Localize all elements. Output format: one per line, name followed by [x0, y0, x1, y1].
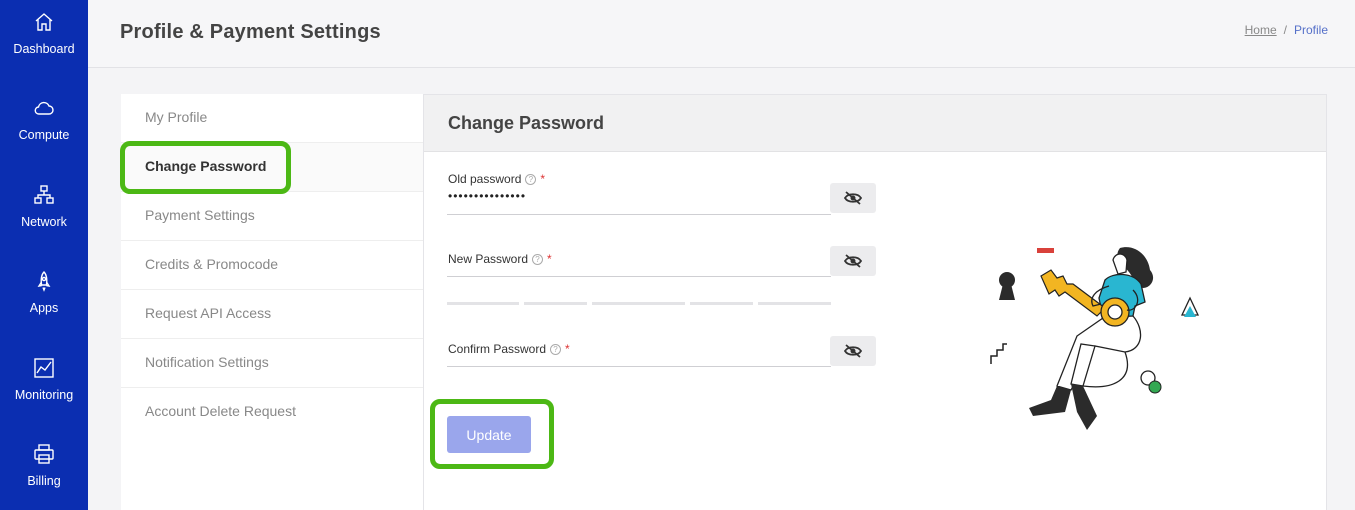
old-password-input[interactable]: •••••••••••••••: [448, 189, 526, 203]
help-icon[interactable]: ?: [550, 344, 562, 355]
menu-item-my-profile[interactable]: My Profile: [121, 94, 423, 143]
page-header: Profile & Payment Settings Home / Profile: [88, 0, 1355, 68]
sidebar-item-label: Billing: [27, 474, 61, 488]
menu-item-account-delete-request[interactable]: Account Delete Request: [121, 388, 423, 437]
breadcrumb: Home / Profile: [1245, 23, 1328, 37]
sidebar-item-dashboard[interactable]: Dashboard: [0, 10, 88, 56]
sidebar-item-monitoring[interactable]: Monitoring: [0, 356, 88, 402]
eye-slash-icon: [843, 191, 863, 205]
panel-title: Change Password: [448, 113, 605, 133]
sidebar-item-network[interactable]: Network: [0, 183, 88, 229]
key-illustration: [990, 247, 1200, 430]
network-icon: [32, 183, 56, 207]
new-password-underline: [447, 276, 831, 277]
cloud-icon: [32, 96, 56, 120]
sidebar-item-label: Dashboard: [13, 42, 75, 56]
password-strength-segment: [447, 302, 519, 305]
required-marker: *: [565, 342, 570, 356]
menu-item-payment-settings[interactable]: Payment Settings: [121, 192, 423, 241]
menu-item-notification-settings[interactable]: Notification Settings: [121, 339, 423, 388]
old-password-underline: [447, 214, 831, 215]
sidebar-item-billing[interactable]: Billing: [0, 442, 88, 488]
printer-icon: [32, 442, 56, 466]
rocket-icon: [32, 269, 56, 293]
boot: [1071, 384, 1097, 430]
page-title: Profile & Payment Settings: [120, 21, 381, 43]
stairs-decoration: [990, 343, 1007, 364]
help-icon[interactable]: ?: [532, 254, 544, 265]
password-strength-segment: [758, 302, 831, 305]
sidebar-item-label: Monitoring: [14, 388, 74, 402]
breadcrumb-home-link[interactable]: Home: [1245, 23, 1277, 37]
panel-header: Change Password: [424, 95, 1326, 152]
required-marker: *: [540, 172, 546, 186]
sidebar-item-compute[interactable]: Compute: [0, 96, 88, 142]
new-password-label: New Password? *: [448, 252, 552, 266]
help-icon[interactable]: ?: [525, 174, 537, 185]
new-password-label-text: New Password: [448, 252, 529, 266]
menu-item-request-api-access[interactable]: Request API Access: [121, 290, 423, 339]
confirm-password-label: Confirm Password? *: [448, 342, 570, 356]
breadcrumb-separator: /: [1283, 23, 1287, 37]
eye-slash-icon: [843, 344, 863, 358]
chart-icon: [32, 356, 56, 380]
confirm-password-underline: [447, 366, 831, 367]
home-icon: [32, 10, 56, 34]
red-dash-decoration: [1037, 248, 1054, 253]
boot: [1029, 386, 1071, 416]
password-strength-segment: [524, 302, 587, 305]
toggle-new-password-visibility-button[interactable]: [830, 246, 876, 276]
toggle-old-password-visibility-button[interactable]: [830, 183, 876, 213]
sidebar-item-apps[interactable]: Apps: [0, 269, 88, 315]
old-password-label-text: Old password: [448, 172, 522, 186]
sidebar-item-label: Network: [21, 215, 67, 229]
menu-item-credits-promocode[interactable]: Credits & Promocode: [121, 241, 423, 290]
confirm-password-label-text: Confirm Password: [448, 342, 547, 356]
sidebar-item-label: Apps: [29, 301, 59, 315]
old-password-label: Old password? *: [448, 172, 545, 186]
breadcrumb-current: Profile: [1293, 23, 1328, 37]
toggle-confirm-password-visibility-button[interactable]: [830, 336, 876, 366]
sidebar: Dashboard Compute Network Apps Monitorin…: [0, 0, 88, 510]
update-button[interactable]: Update: [447, 416, 531, 453]
settings-menu: My Profile Change Password Payment Setti…: [121, 94, 423, 510]
eye-slash-icon: [843, 254, 863, 268]
menu-item-change-password[interactable]: Change Password: [121, 143, 423, 192]
password-strength-segment: [592, 302, 685, 305]
sidebar-item-label: Compute: [18, 128, 70, 142]
required-marker: *: [547, 252, 552, 266]
password-strength-segment: [690, 302, 753, 305]
